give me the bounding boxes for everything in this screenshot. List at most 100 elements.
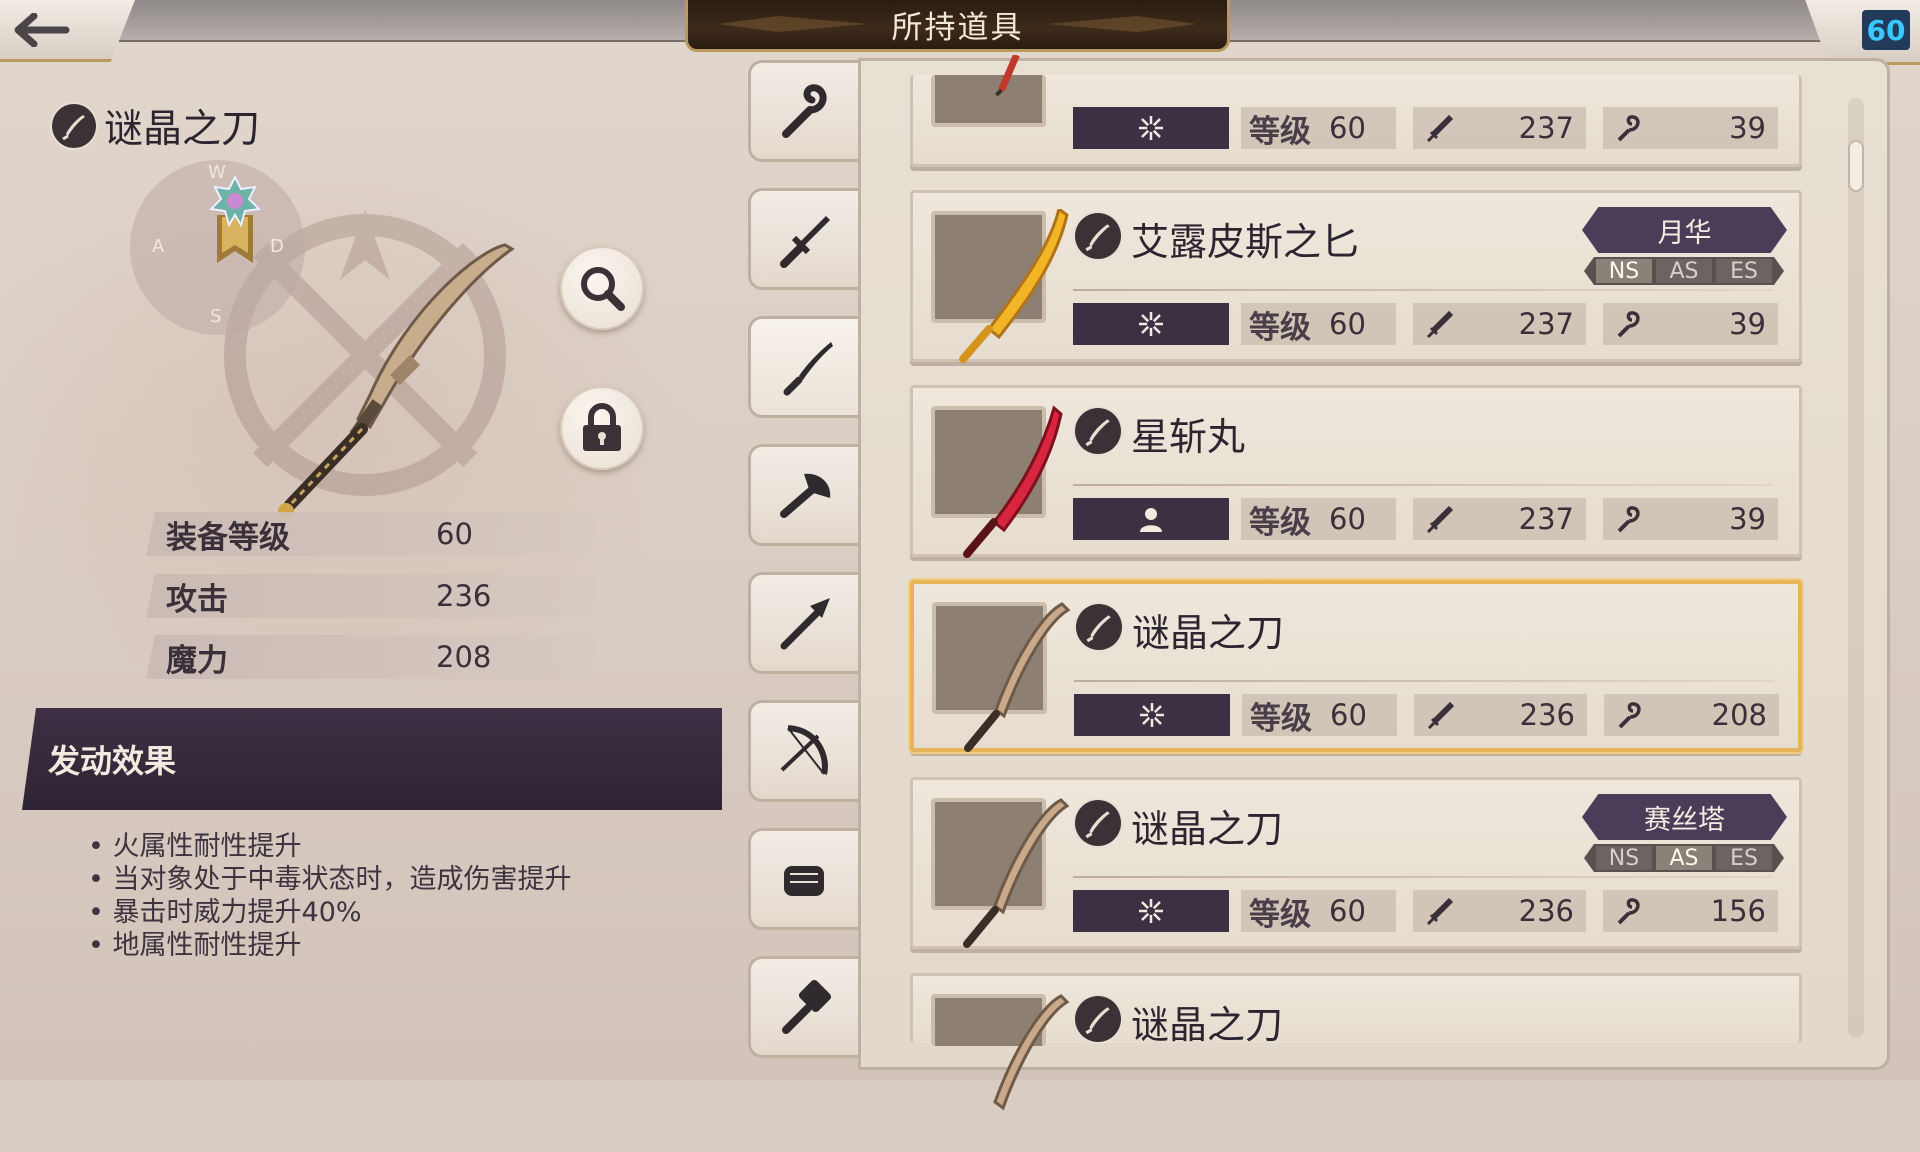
divider bbox=[1073, 876, 1773, 878]
level-label: 等级 bbox=[1249, 113, 1311, 150]
level-box: 等级 60 bbox=[1242, 694, 1397, 737]
attack-box: 237 bbox=[1413, 107, 1586, 149]
item-card[interactable]: 等级 60 237 39 bbox=[910, 55, 1802, 167]
element-box bbox=[1073, 303, 1229, 345]
equipped-character: 月华 bbox=[1582, 207, 1787, 253]
lock-button[interactable] bbox=[560, 386, 644, 470]
magic-value: 39 bbox=[1729, 502, 1766, 536]
scrollbar-thumb[interactable] bbox=[1848, 140, 1864, 192]
attack-value: 237 bbox=[1518, 111, 1574, 145]
katana-type-icon bbox=[52, 104, 96, 148]
attack-icon bbox=[1426, 897, 1453, 925]
level-value: 60 bbox=[1330, 698, 1367, 732]
fist-icon bbox=[783, 866, 824, 896]
compass-south: S bbox=[210, 306, 222, 327]
katana-type-icon bbox=[1075, 213, 1121, 259]
item-card[interactable]: 艾露皮斯之匕 月华 NS AS ES 等级 60 237 39 bbox=[910, 190, 1802, 363]
effect-item: 地属性耐性提升 bbox=[88, 929, 572, 962]
stat-row-magic: 魔力 208 bbox=[146, 635, 598, 679]
level-value: 60 bbox=[1329, 307, 1366, 341]
element-box bbox=[1074, 694, 1230, 736]
item-card[interactable]: 星斩丸 等级 60 237 39 bbox=[910, 385, 1802, 558]
magic-box: 156 bbox=[1603, 890, 1778, 932]
effect-item: 火属性耐性提升 bbox=[88, 830, 572, 863]
star-element-icon bbox=[1139, 899, 1163, 923]
style-as: AS bbox=[1656, 259, 1712, 284]
item-stats: 等级 60 236 208 bbox=[1074, 694, 1779, 737]
tab-fist[interactable] bbox=[748, 828, 858, 930]
attack-icon bbox=[1426, 114, 1453, 142]
item-name: 谜晶之刀 bbox=[1131, 1003, 1284, 1047]
effect-header: 发动效果 bbox=[22, 708, 722, 810]
sword-icon bbox=[779, 216, 830, 268]
stat-value: 236 bbox=[436, 579, 492, 613]
equipped-tag: 赛丝塔 NS AS ES bbox=[1582, 794, 1787, 886]
star-element-icon bbox=[1139, 116, 1163, 140]
lock-icon bbox=[583, 403, 621, 451]
item-card[interactable]: 谜晶之刀 bbox=[910, 973, 1802, 1111]
style-indicators: NS AS ES bbox=[1584, 257, 1784, 285]
attack-box: 237 bbox=[1413, 498, 1586, 540]
style-indicators: NS AS ES bbox=[1584, 844, 1784, 872]
attack-value: 236 bbox=[1518, 894, 1574, 928]
tab-staff[interactable] bbox=[748, 60, 858, 162]
magic-box: 39 bbox=[1603, 107, 1778, 149]
level-label: 等级 bbox=[1249, 504, 1311, 541]
bow-icon bbox=[780, 725, 828, 775]
divider bbox=[1074, 680, 1774, 682]
scrollbar-track[interactable] bbox=[1848, 98, 1864, 1038]
katana-icon bbox=[783, 342, 833, 396]
category-tabs bbox=[748, 58, 864, 1070]
element-box bbox=[1073, 890, 1229, 932]
item-title: 谜晶之刀 bbox=[52, 98, 260, 154]
magic-icon bbox=[1618, 702, 1641, 729]
item-stats: 等级 60 237 39 bbox=[1073, 107, 1778, 150]
katana-type-icon bbox=[1075, 408, 1121, 454]
attack-value: 236 bbox=[1519, 698, 1575, 732]
magic-box: 39 bbox=[1603, 498, 1778, 540]
item-name: 星斩丸 bbox=[1131, 415, 1246, 459]
effect-list: 火属性耐性提升 当对象处于中毒状态时，造成伤害提升 暴击时威力提升40% 地属性… bbox=[88, 830, 572, 962]
stat-value: 60 bbox=[436, 517, 473, 551]
tab-bow[interactable] bbox=[748, 700, 858, 802]
magic-value: 39 bbox=[1729, 307, 1766, 341]
equipped-tag: 月华 NS AS ES bbox=[1582, 207, 1787, 299]
tab-spear[interactable] bbox=[748, 572, 858, 674]
attack-box: 236 bbox=[1413, 890, 1586, 932]
tab-axe[interactable] bbox=[748, 444, 858, 546]
compass-west: A bbox=[152, 236, 165, 257]
style-ns: NS bbox=[1596, 846, 1652, 871]
magic-box: 208 bbox=[1604, 694, 1779, 736]
stat-row-level: 装备等级 60 bbox=[146, 512, 598, 556]
item-card-selected[interactable]: 谜晶之刀 等级 60 236 208 bbox=[910, 580, 1802, 752]
level-value: 60 bbox=[1329, 111, 1366, 145]
style-es: ES bbox=[1716, 846, 1772, 871]
magic-box: 39 bbox=[1603, 303, 1778, 345]
item-thumbnail bbox=[931, 55, 1046, 127]
attack-icon bbox=[1426, 310, 1453, 338]
attack-value: 237 bbox=[1518, 502, 1574, 536]
stat-value: 208 bbox=[436, 640, 492, 674]
search-icon bbox=[581, 267, 625, 311]
style-as: AS bbox=[1656, 846, 1712, 871]
magic-icon bbox=[1617, 311, 1640, 338]
tab-katana[interactable] bbox=[748, 316, 864, 418]
staff-icon bbox=[781, 84, 827, 138]
star-element-icon bbox=[1140, 703, 1164, 727]
tab-sword[interactable] bbox=[748, 188, 858, 290]
level-label: 等级 bbox=[1250, 700, 1312, 737]
level-value: 60 bbox=[1329, 894, 1366, 928]
tab-hammer[interactable] bbox=[748, 956, 858, 1058]
item-name: 艾露皮斯之匕 bbox=[1131, 220, 1360, 264]
item-card[interactable]: 谜晶之刀 赛丝塔 NS AS ES 等级 60 236 156 bbox=[910, 777, 1802, 949]
title-plate: 所持道具 bbox=[685, 0, 1230, 52]
item-stats: 等级 60 237 39 bbox=[1073, 303, 1778, 346]
magic-icon bbox=[1617, 898, 1640, 925]
level-label: 等级 bbox=[1249, 896, 1311, 933]
stat-label: 装备等级 bbox=[166, 519, 290, 556]
style-es: ES bbox=[1716, 259, 1772, 284]
stat-label: 攻击 bbox=[166, 581, 228, 618]
item-thumbnail bbox=[931, 209, 1069, 363]
inspect-button[interactable] bbox=[560, 246, 644, 330]
ornament-icon bbox=[718, 16, 868, 32]
